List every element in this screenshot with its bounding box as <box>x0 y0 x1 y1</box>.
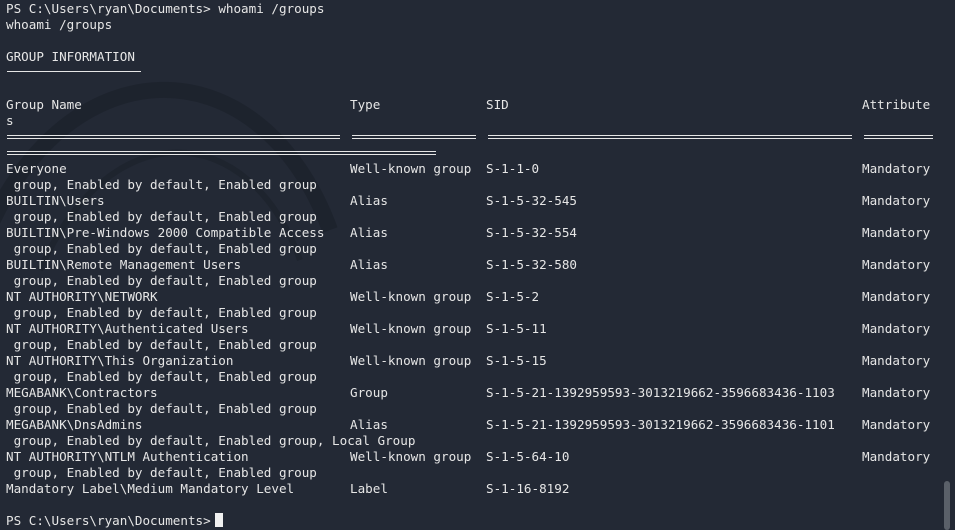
group-sid: S-1-16-8192 <box>486 481 570 496</box>
group-name: Everyone <box>6 161 67 176</box>
group-name: BUILTIN\Pre-Windows 2000 Compatible Acce… <box>6 225 325 240</box>
group-name: MEGABANK\DnsAdmins <box>6 417 143 432</box>
group-attributes: Mandatory <box>862 321 931 336</box>
group-type: Well-known group <box>350 289 472 304</box>
group-attributes: Mandatory <box>862 289 931 304</box>
group-name: NT AUTHORITY\NTLM Authentication <box>6 449 249 464</box>
group-name: BUILTIN\Remote Management Users <box>6 257 242 272</box>
command-line: PS C:\Users\ryan\Documents> whoami /grou… <box>6 1 941 17</box>
prompt: PS C:\Users\ryan\Documents> <box>6 513 211 528</box>
group-sid: S-1-5-21-1392959593-3013219662-359668343… <box>486 417 835 432</box>
header-type: Type <box>350 97 381 112</box>
group-type: Well-known group <box>350 353 472 368</box>
table-row-continuation: group, Enabled by default, Enabled group <box>6 241 317 256</box>
table-row: NT AUTHORITY\NETWORK Well-known group S-1-… <box>6 289 941 305</box>
group-type: Label <box>350 481 388 496</box>
table-row: NT AUTHORITY\NTLM Authentication Well-kno… <box>6 449 941 465</box>
table-row-continuation: group, Enabled by default, Enabled group… <box>6 433 416 448</box>
group-type: Alias <box>350 193 388 208</box>
table-row: BUILTIN\Users Alias S-1-5-32-545 Mandatory <box>6 193 941 209</box>
group-name: NT AUTHORITY\Authenticated Users <box>6 321 249 336</box>
group-name: Mandatory Label\Medium Mandatory Level <box>6 481 295 496</box>
section-title: GROUP INFORMATION <box>6 49 135 64</box>
header-separator <box>6 129 941 145</box>
group-attributes: Mandatory <box>862 193 931 208</box>
table-row: NT AUTHORITY\This Organization Well-known… <box>6 353 941 369</box>
group-attributes: Mandatory <box>862 449 931 464</box>
group-type: Group <box>350 385 388 400</box>
section-title-underline <box>6 65 941 81</box>
group-type: Alias <box>350 417 388 432</box>
table-row-continuation: group, Enabled by default, Enabled group <box>6 177 317 192</box>
table-row: Mandatory Label\Medium Mandatory Level La… <box>6 481 941 497</box>
command-echo: whoami /groups <box>6 17 113 32</box>
table-row-continuation: group, Enabled by default, Enabled group <box>6 401 317 416</box>
group-sid: S-1-5-21-1392959593-3013219662-359668343… <box>486 385 835 400</box>
table-row-continuation: group, Enabled by default, Enabled group <box>6 369 317 384</box>
table-row: BUILTIN\Remote Management Users Alias S-1-… <box>6 257 941 273</box>
group-sid: S-1-5-15 <box>486 353 547 368</box>
header-sid: SID <box>486 97 509 112</box>
table-header: Group Name Type SID Attribute <box>6 97 941 113</box>
group-name: BUILTIN\Users <box>6 193 105 208</box>
header-group-name: Group Name <box>6 97 82 112</box>
group-type: Well-known group <box>350 321 472 336</box>
group-sid: S-1-5-2 <box>486 289 540 304</box>
table-row: BUILTIN\Pre-Windows 2000 Compatible Acce… <box>6 225 941 241</box>
group-type: Alias <box>350 257 388 272</box>
header-attributes: Attribute <box>862 97 931 112</box>
table-row-continuation: group, Enabled by default, Enabled group <box>6 337 317 352</box>
prompt: PS C:\Users\ryan\Documents> <box>6 1 211 16</box>
command-text: whoami /groups <box>218 1 325 16</box>
group-type: Well-known group <box>350 449 472 464</box>
group-attributes: Mandatory <box>862 417 931 432</box>
group-sid: S-1-1-0 <box>486 161 540 176</box>
group-name: NT AUTHORITY\This Organization <box>6 353 234 368</box>
group-sid: S-1-5-32-580 <box>486 257 577 272</box>
table-row-continuation: group, Enabled by default, Enabled group <box>6 209 317 224</box>
terminal-output[interactable]: PS C:\Users\ryan\Documents> whoami /grou… <box>6 1 941 530</box>
group-attributes: Mandatory <box>862 225 931 240</box>
group-table: Everyone Well-known group S-1-1-0 Mandatory… <box>6 161 941 497</box>
group-sid: S-1-5-32-545 <box>486 193 577 208</box>
group-attributes: Mandatory <box>862 385 931 400</box>
table-row: MEGABANK\Contractors Group S-1-5-21-139295… <box>6 385 941 401</box>
table-row: NT AUTHORITY\Authenticated Users Well-kno… <box>6 321 941 337</box>
group-type: Alias <box>350 225 388 240</box>
current-prompt-line[interactable]: PS C:\Users\ryan\Documents> <box>6 513 941 529</box>
group-sid: S-1-5-64-10 <box>486 449 570 464</box>
group-attributes: Mandatory <box>862 353 931 368</box>
group-type: Well-known group <box>350 161 472 176</box>
group-name: NT AUTHORITY\NETWORK <box>6 289 158 304</box>
group-sid: S-1-5-11 <box>486 321 547 336</box>
table-row: MEGABANK\DnsAdmins Alias S-1-5-21-13929595… <box>6 417 941 433</box>
group-name: MEGABANK\Contractors <box>6 385 158 400</box>
group-attributes: Mandatory <box>862 161 931 176</box>
group-sid: S-1-5-32-554 <box>486 225 577 240</box>
text-cursor <box>214 513 223 527</box>
table-row-continuation: group, Enabled by default, Enabled group <box>6 305 317 320</box>
table-row: Everyone Well-known group S-1-1-0 Mandatory <box>6 161 941 177</box>
table-row-continuation: group, Enabled by default, Enabled group <box>6 465 317 480</box>
header-wrap: s <box>6 113 14 128</box>
header-separator-wrap <box>6 145 941 161</box>
table-row-continuation: group, Enabled by default, Enabled group <box>6 273 317 288</box>
scrollbar-thumb[interactable] <box>944 481 950 530</box>
group-attributes: Mandatory <box>862 257 931 272</box>
